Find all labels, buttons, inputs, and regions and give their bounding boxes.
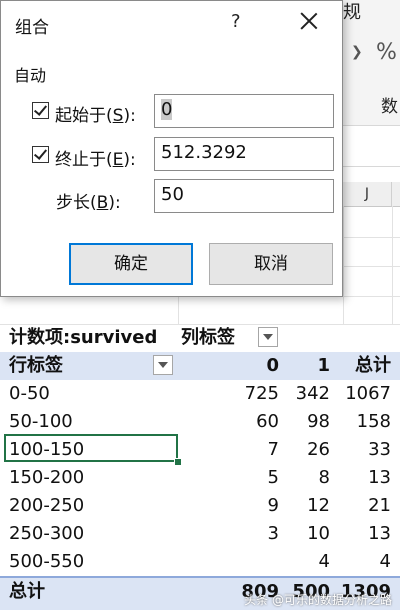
row-total: 1067	[345, 383, 391, 404]
pivot-column-labels[interactable]: 列标签	[181, 327, 235, 349]
start-label: 起始于(S):	[55, 101, 136, 126]
row-value-1: 98	[307, 411, 330, 432]
selected-cell-border	[4, 434, 178, 462]
table-row[interactable]: 0-50 725 342 1067	[0, 380, 400, 408]
grid-line	[392, 206, 393, 324]
close-icon[interactable]	[297, 9, 321, 33]
step-input-value: 50	[161, 184, 184, 205]
row-value-1: 12	[307, 495, 330, 516]
column-header-k[interactable]	[392, 182, 400, 207]
percent-style-icon[interactable]: %	[376, 40, 397, 65]
pivot-col-0-header[interactable]: 0	[266, 355, 279, 377]
step-label-mnemonic: B	[96, 193, 109, 213]
column-header-j[interactable]: J	[343, 182, 392, 207]
grid-line	[343, 206, 344, 324]
row-total: 13	[368, 523, 391, 544]
row-value-0: 7	[267, 439, 279, 460]
row-total: 33	[368, 439, 391, 460]
table-row[interactable]: 150-200 5 8 13	[0, 464, 400, 492]
row-label: 0-50	[9, 383, 50, 404]
dialog-title: 组合	[15, 18, 49, 38]
row-value-0: 5	[267, 467, 279, 488]
row-label: 50-100	[9, 411, 73, 432]
ribbon-partial-text: 规	[343, 2, 361, 23]
auto-group-label: 自动	[14, 66, 47, 85]
end-input[interactable]: 512.3292	[154, 137, 334, 171]
pivot-value-field[interactable]: 计数项:survived	[9, 327, 157, 349]
row-value-1: 10	[307, 523, 330, 544]
row-value-0: 9	[267, 495, 279, 516]
start-input[interactable]: 0	[154, 94, 334, 128]
row-value-0: 3	[267, 523, 279, 544]
table-row[interactable]: 500-550 4 4	[0, 548, 400, 576]
end-input-value: 512.3292	[161, 142, 247, 163]
row-filter-dropdown-icon[interactable]	[153, 355, 173, 375]
row-value-1: 4	[318, 551, 330, 572]
table-row[interactable]: 50-100 60 98 158	[0, 408, 400, 436]
end-auto-checkbox[interactable]	[32, 146, 49, 163]
pivot-row-labels[interactable]: 行标签	[9, 355, 63, 377]
help-icon[interactable]: ?	[231, 11, 241, 32]
start-auto-checkbox[interactable]	[32, 102, 49, 119]
row-label: 150-200	[9, 467, 85, 488]
row-value-0: 725	[244, 383, 279, 404]
pivot-header-row: 计数项:survived 列标签	[0, 324, 400, 352]
start-label-suffix: ):	[123, 106, 136, 126]
end-label: 终止于(E):	[55, 145, 136, 170]
pivot-total-header[interactable]: 总计	[355, 355, 391, 377]
ribbon-arrow-icon[interactable]: ❯	[351, 44, 363, 60]
grouping-dialog: 组合 ? 自动 起始于(S): 0 终止于(E): 512.3292 步长(B)…	[0, 0, 343, 297]
start-label-mnemonic: S	[112, 106, 124, 126]
ok-button[interactable]: 确定	[69, 243, 193, 285]
grid-line	[178, 297, 179, 324]
end-label-suffix: ):	[123, 150, 136, 170]
grand-total-label: 总计	[9, 581, 45, 602]
row-value-1: 342	[295, 383, 330, 404]
step-input[interactable]: 50	[154, 179, 334, 213]
row-label: 250-300	[9, 523, 85, 544]
row-value-0: 60	[256, 411, 279, 432]
start-label-prefix: 起始于(	[55, 106, 113, 126]
step-label: 步长(B):	[56, 188, 121, 213]
step-label-suffix: ):	[108, 193, 121, 213]
column-filter-dropdown-icon[interactable]	[258, 327, 278, 347]
table-row[interactable]: 250-300 3 10 13	[0, 520, 400, 548]
ribbon-number-group-label: 数	[381, 97, 398, 117]
row-total: 21	[368, 495, 391, 516]
pivot-column-header-row: 行标签 0 1 总计	[0, 352, 400, 380]
start-input-value: 0	[161, 99, 173, 120]
row-value-1: 26	[307, 439, 330, 460]
end-label-mnemonic: E	[112, 150, 124, 170]
step-label-prefix: 步长(	[56, 193, 97, 213]
table-row[interactable]: 200-250 9 12 21	[0, 492, 400, 520]
row-total: 13	[368, 467, 391, 488]
watermark: 头条 @可乐的数据分析之路	[244, 593, 392, 607]
pivot-col-1-header[interactable]: 1	[317, 355, 330, 377]
row-label: 200-250	[9, 495, 85, 516]
row-total: 158	[356, 411, 391, 432]
end-label-prefix: 终止于(	[55, 150, 113, 170]
row-label: 500-550	[9, 551, 85, 572]
row-value-1: 8	[318, 467, 330, 488]
cancel-button[interactable]: 取消	[209, 243, 333, 285]
fill-handle[interactable]	[174, 458, 182, 466]
column-header-j-label: J	[364, 186, 370, 202]
row-total: 4	[379, 551, 391, 572]
